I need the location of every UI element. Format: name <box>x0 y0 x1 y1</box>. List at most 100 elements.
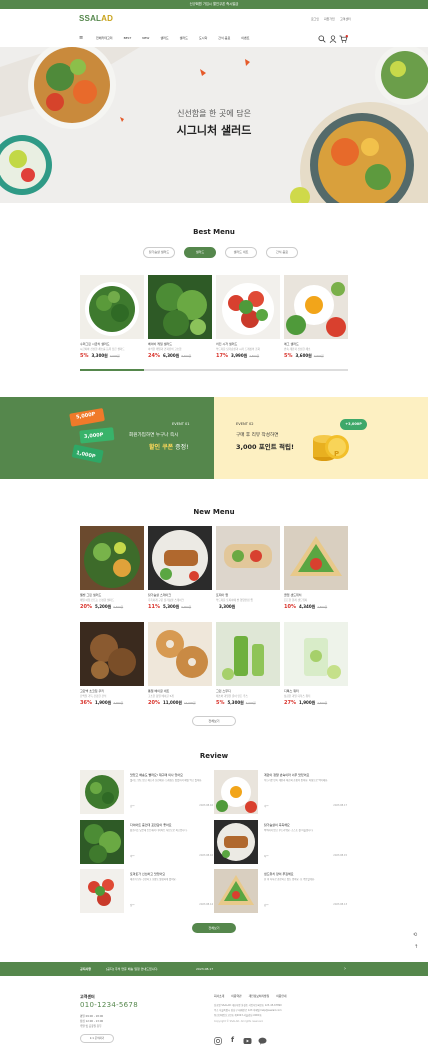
new-menu-more-button[interactable]: 전체보기 <box>192 716 236 726</box>
footer-link-terms[interactable]: 이용약관 <box>231 994 241 998</box>
product-card[interactable]: 베이비 케일 샐러드 아삭한 케일과 견과류의 고소함 24% 6,300원 8,3… <box>148 275 212 359</box>
product-card[interactable]: 웰빙 그린 샐러드 매일 아침 만드는 신선한 샐러드 20% 5,200원 6,5… <box>80 526 144 610</box>
sale-price: 1,900원 <box>298 700 316 705</box>
notice-bar[interactable]: 공지사항 [공지] 추석 연휴 배송 일정 안내드립니다. 2023.08.17… <box>0 962 428 976</box>
notice-date: 2023.08.17 <box>196 967 214 971</box>
cs-link[interactable]: 고객센터 <box>340 17 351 21</box>
sale-price: 1,900원 <box>94 700 112 705</box>
product-card[interactable]: 치킨 시저 샐러드 부드러운 닭가슴살과 시저 드레싱의 조화 17% 3,990… <box>216 275 280 359</box>
review-item[interactable]: 다이어트 중인데 포만감이 좋아요 칼로리는 낮은데 든든해서 다이어트 식단으… <box>80 820 213 864</box>
review-more-button[interactable]: 전체보기 <box>192 923 236 933</box>
original-price: 6,500원 <box>113 606 124 609</box>
nav-salad[interactable]: 샐러드 <box>160 36 168 40</box>
point-badge: +3,000P <box>340 419 367 430</box>
coin-letter: P <box>334 450 340 458</box>
nav-snack[interactable]: 간식·음료 <box>218 36 230 40</box>
product-card[interactable]: 수퍼그린 시금치 샐러드 시금치와 신선한 채소를 듬뿍 담은 샐러드 5% 3,… <box>80 275 144 359</box>
carousel-progress[interactable] <box>80 369 348 371</box>
product-card[interactable]: 또띠아 랩 부드러운 또띠아에 싼 영양만점 랩 3,300원 <box>216 526 280 610</box>
login-link[interactable]: 로그인 <box>311 17 319 21</box>
nav-new[interactable]: NEW <box>142 36 149 40</box>
product-image[interactable] <box>80 526 144 590</box>
instagram-icon[interactable] <box>214 1037 222 1045</box>
product-card[interactable]: 에그 샐러드 반숙 계란과 신선한 채소 5% 3,600원 3,800원 <box>284 275 348 359</box>
kakao-icon[interactable] <box>258 1037 267 1045</box>
footer-link-privacy[interactable]: 개인정보처리방침 <box>249 994 270 998</box>
footer: 고객센터 010-1234-5678 평일 09:00 - 18:00 점심 1… <box>0 976 428 1064</box>
product-card[interactable]: 통밀 베이글 세트 고소한 통밀 베이글 5개 20% 11,000원 14,000… <box>148 622 212 706</box>
product-card[interactable]: 디톡스 워터 상큼한 과일 디톡스 워터 27% 1,900원 2,600원 <box>284 622 348 706</box>
product-card[interactable]: 그린 스무디 채소와 과일을 갈아 만든 주스 5% 5,300원 5,600원 <box>216 622 280 706</box>
product-image[interactable] <box>216 622 280 686</box>
discount-rate: 24% <box>148 353 160 359</box>
notice-arrow-icon[interactable]: › <box>344 962 346 976</box>
review-item[interactable]: 샌드위치 양이 푸짐해요 한 끼 식사로 충분하고 맛도 좋아요. 또 주문할게… <box>214 869 347 913</box>
logo[interactable]: SSALAD <box>79 14 113 23</box>
discount-rate: 5% <box>80 353 89 359</box>
product-image[interactable] <box>284 526 348 590</box>
cs-inquiry-button[interactable]: 1:1 문의하기 <box>80 1034 114 1043</box>
review-title: Review <box>199 752 229 760</box>
review-item[interactable]: 맛있고 배송도 빨라요! 재구매 의사 있어요 샐러드 양도 많고 채소가 신선… <box>80 770 213 814</box>
product-image[interactable] <box>284 622 348 686</box>
product-image[interactable] <box>148 526 212 590</box>
review-image <box>214 869 258 913</box>
product-image[interactable] <box>284 275 348 339</box>
original-price: 4,800원 <box>249 355 260 358</box>
menu-icon[interactable]: ≡ <box>79 35 83 41</box>
discount-rate: 20% <box>148 700 160 706</box>
product-desc: 아삭한 케일과 견과류의 고소함 <box>148 348 182 351</box>
product-desc: 부드러운 또띠아에 싼 영양만점 랩 <box>216 599 253 602</box>
product-image[interactable] <box>148 622 212 686</box>
event-banner-2[interactable]: EVENT 02 구매 후 리뷰 작성하면 3,000 포인트 적립! P +3… <box>214 397 428 479</box>
discount-rate: 5% <box>216 700 225 706</box>
top-banner[interactable]: 신규회원 가입시 할인쿠폰 즉시발급 <box>0 0 428 9</box>
refresh-icon[interactable]: ⟲ <box>413 932 417 938</box>
product-desc: 촉촉하게 구운 닭가슴살 스테이크 <box>148 599 184 602</box>
search-icon[interactable] <box>318 35 326 43</box>
product-image[interactable] <box>80 622 144 686</box>
cart-icon[interactable] <box>339 35 348 43</box>
footer-link-about[interactable]: 회사소개 <box>214 994 224 998</box>
nav-lunchbox[interactable]: 도시락 <box>199 36 207 40</box>
product-image[interactable] <box>216 526 280 590</box>
scroll-top-icon[interactable]: ↑ <box>414 944 418 950</box>
sale-price: 3,300원 <box>91 353 108 358</box>
carousel-progress-fill <box>80 369 144 371</box>
youtube-icon[interactable] <box>243 1037 252 1045</box>
sale-price: 3,990원 <box>230 353 248 358</box>
nav-salad-2[interactable]: 샐러드 <box>180 36 188 40</box>
facebook-icon[interactable]: f <box>231 1036 234 1044</box>
review-item[interactable]: 계란이 정말 반숙이라 너무 맛있어요 부드러운 반숙 계란과 채소의 조합이 … <box>214 770 347 814</box>
new-menu-title: New Menu <box>193 508 235 516</box>
discount-rate: 36% <box>80 700 92 706</box>
main-nav: 전체카테고리 BEST NEW 샐러드 샐러드 도시락 간식·음료 이벤트 <box>96 36 261 40</box>
user-icon[interactable] <box>329 35 337 43</box>
tab-chicken-salad[interactable]: 닭가슴살 샐러드 <box>143 247 175 258</box>
notice-text: [공지] 추석 연휴 배송 일정 안내드립니다. <box>106 967 159 971</box>
nav-event[interactable]: 이벤트 <box>241 36 249 40</box>
product-image[interactable] <box>80 275 144 339</box>
tab-salad[interactable]: 샐러드 <box>184 247 216 258</box>
tab-snack-drink[interactable]: 간식·음료 <box>266 247 298 258</box>
product-card[interactable]: 클럽 샌드위치 든든한 한끼 샌드위치 10% 4,340원 4,800원 <box>284 526 348 610</box>
product-card[interactable]: 고단백 초코칩 쿠키 단백질 가득 건강한 간식 36% 1,900원 3,000원 <box>80 622 144 706</box>
nav-best[interactable]: BEST <box>124 36 132 40</box>
tab-salad-set[interactable]: 샐러드 세트 <box>225 247 257 258</box>
event-banner-1[interactable]: 5,000P 3,000P 1,000P EVENT 01 회원가입하면 누구나… <box>0 397 214 479</box>
product-price: 5% 3,300원 3,500원 <box>80 353 144 359</box>
footer-link-guide[interactable]: 이용안내 <box>276 994 286 998</box>
product-desc: 반숙 계란과 신선한 채소 <box>284 348 311 351</box>
product-card[interactable]: 닭가슴살 스테이크 촉촉하게 구운 닭가슴살 스테이크 11% 5,300원 5,9… <box>148 526 212 610</box>
product-desc: 단백질 가득 건강한 간식 <box>80 695 107 698</box>
hero-subtitle: 신선함을 한 곳에 담은 <box>177 109 251 118</box>
review-item[interactable]: 닭가슴살이 촉촉해요 퍽퍽하지 않고 부드러워요. 소스도 잘 어울립니다. 최… <box>214 820 347 864</box>
product-name: 또띠아 랩 <box>216 593 228 597</box>
review-item[interactable]: 토마토가 신선하고 맛있어요 재료가 모두 신선하고 포장도 깔끔하게 왔어요.… <box>80 869 213 913</box>
nav-all-category[interactable]: 전체카테고리 <box>96 36 113 40</box>
review-date: 2023.08.16 <box>199 854 213 857</box>
discount-rate: 17% <box>216 353 228 359</box>
product-image[interactable] <box>148 275 212 339</box>
product-image[interactable] <box>216 275 280 339</box>
signup-link[interactable]: 회원가입 <box>324 17 335 21</box>
